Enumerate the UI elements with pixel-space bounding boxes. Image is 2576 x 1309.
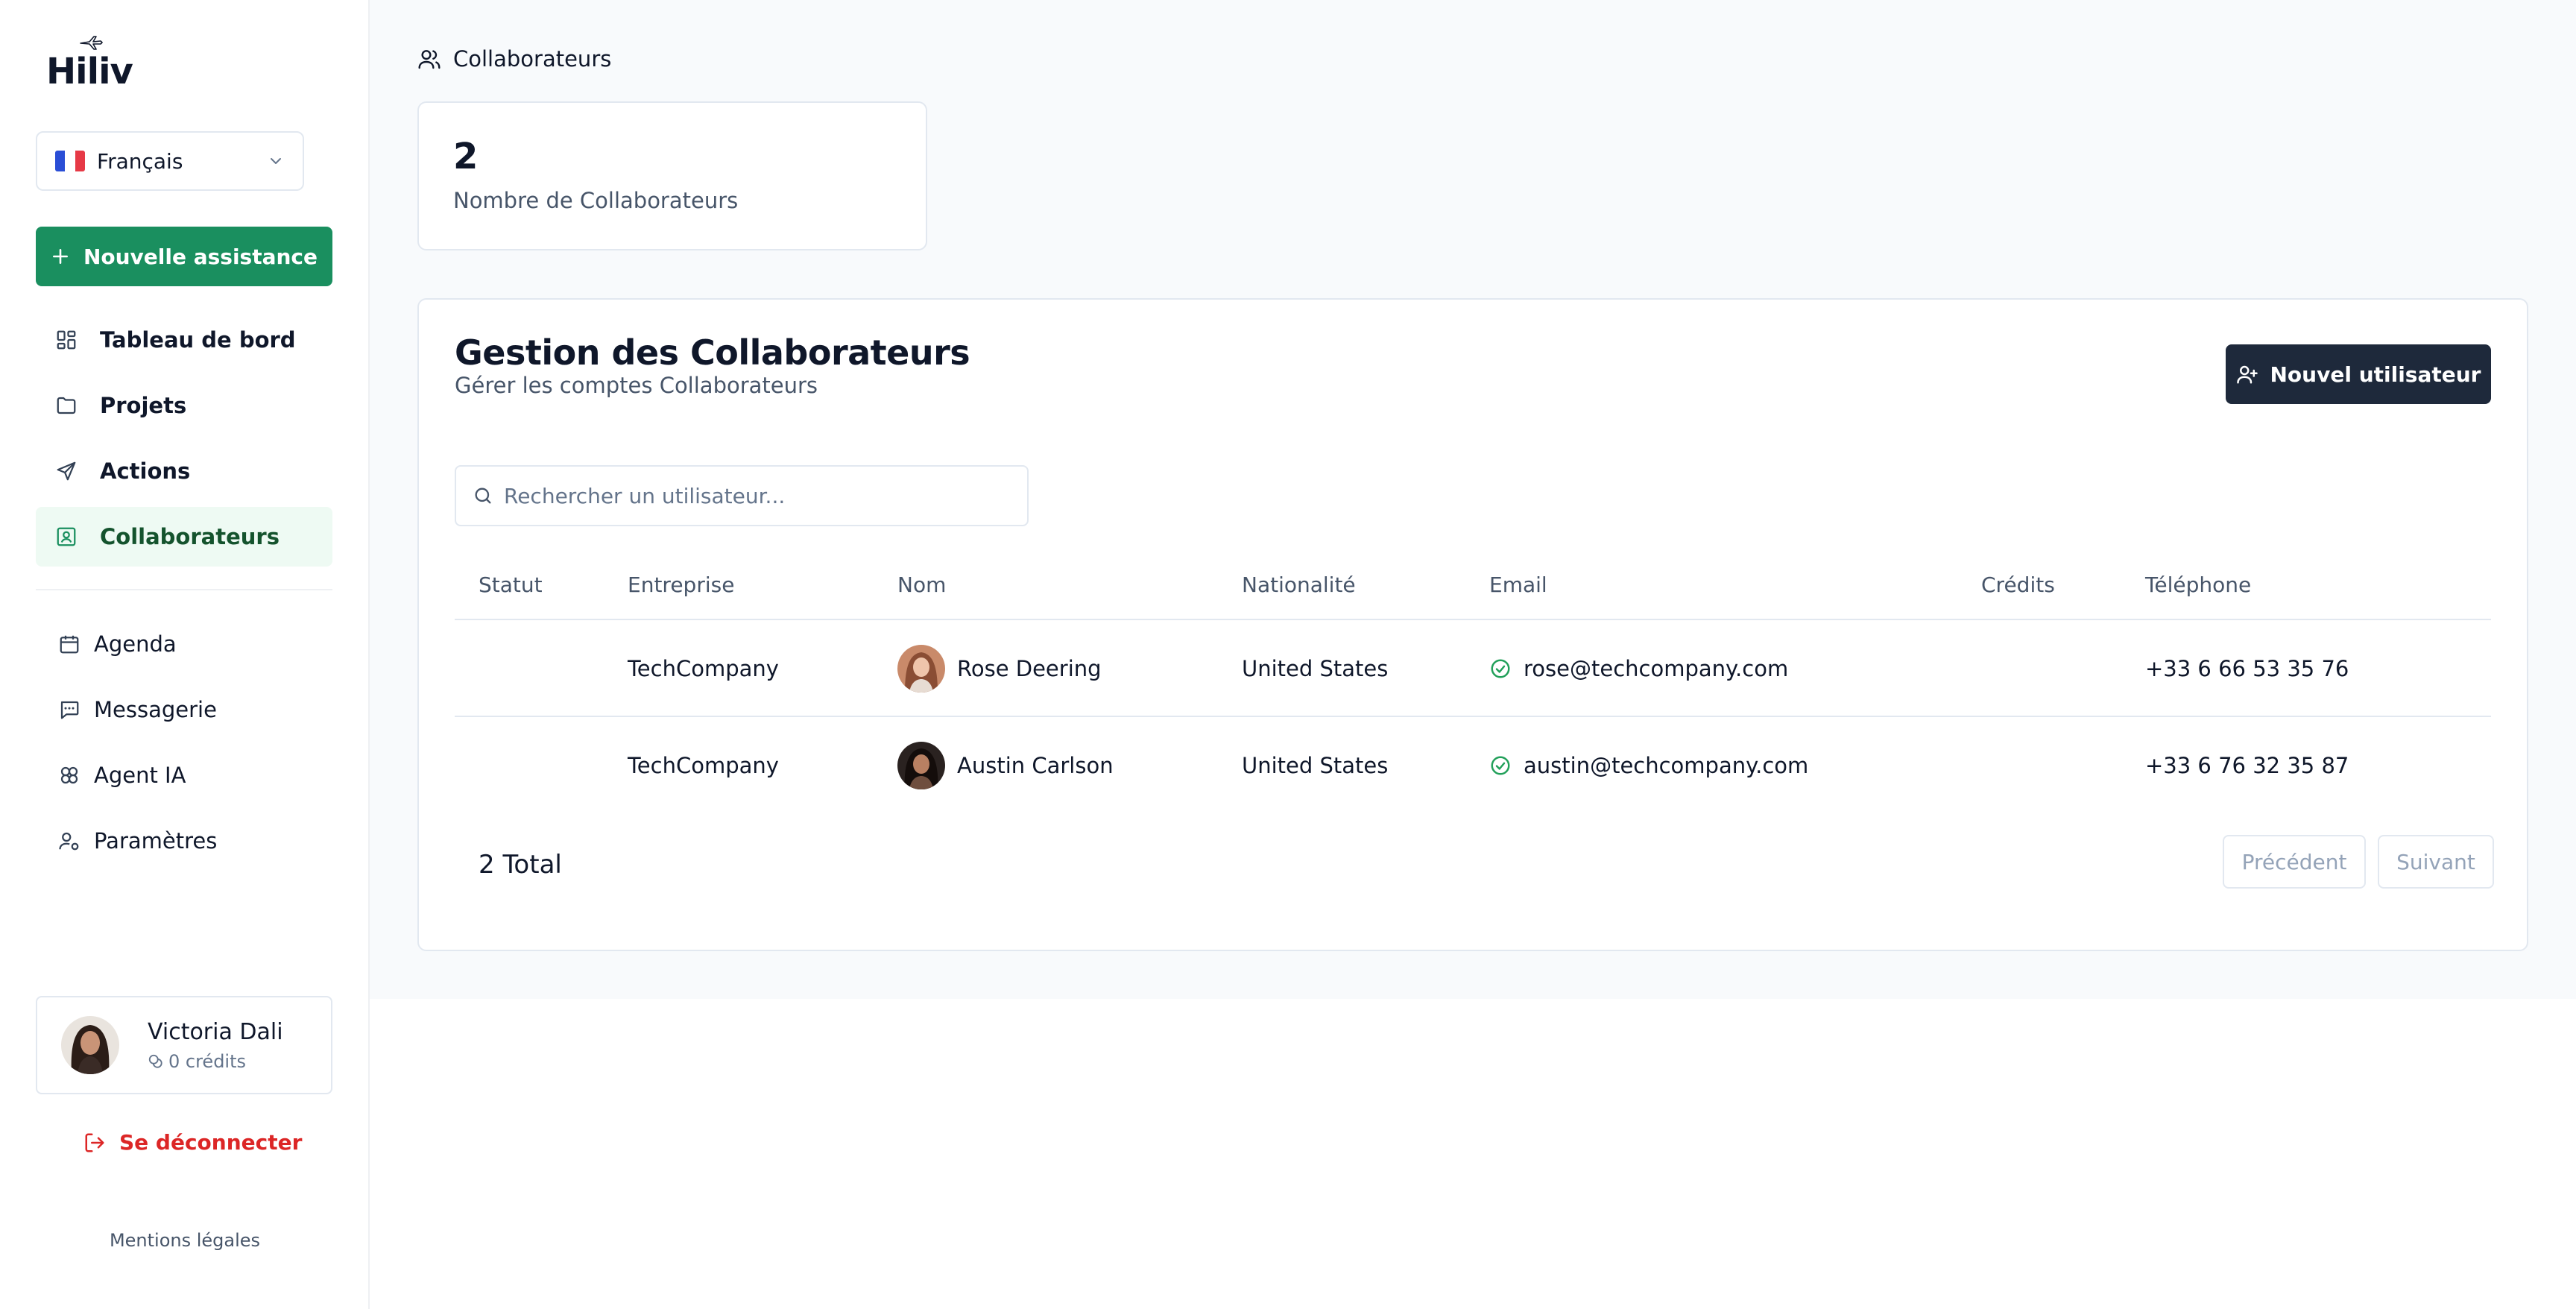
nav-item-settings[interactable]: Paramètres xyxy=(36,811,332,871)
logout-button[interactable]: Se déconnecter xyxy=(83,1130,302,1155)
column-header[interactable]: Entreprise xyxy=(628,573,734,597)
plus-icon xyxy=(52,249,68,264)
name-text: Austin Carlson xyxy=(957,753,1114,778)
logout-label: Se déconnecter xyxy=(119,1130,303,1155)
plane-logo-icon xyxy=(80,36,103,50)
avatar xyxy=(897,742,945,789)
new-assistance-button[interactable]: Nouvelle assistance xyxy=(36,227,332,286)
nav-label: Actions xyxy=(100,458,191,484)
collaborators-table: Statut Entreprise Nom Nationalité Email … xyxy=(455,549,2491,814)
legal-link[interactable]: Mentions légales xyxy=(0,1230,370,1251)
language-label: Français xyxy=(97,148,183,174)
contact-icon xyxy=(57,527,76,546)
table-row[interactable]: TechCompany Austin Carlson United States… xyxy=(455,717,2491,814)
table-header: Statut Entreprise Nom Nationalité Email … xyxy=(455,549,2491,620)
nav-label: Tableau de bord xyxy=(100,327,296,353)
secondary-nav: Agenda Messagerie Agent IA Paramètres xyxy=(36,614,332,877)
credits-label: 0 crédits xyxy=(168,1050,247,1072)
nav-divider xyxy=(36,589,332,590)
panel-subtitle: Gérer les comptes Collaborateurs xyxy=(455,373,818,398)
stat-card: 2 Nombre de Collaborateurs xyxy=(417,101,927,250)
name-cell: Rose Deering xyxy=(897,620,1102,717)
user-card[interactable]: Victoria Dali 0 crédits xyxy=(36,996,332,1094)
nav-label: Projets xyxy=(100,393,187,418)
logo[interactable]: Hiliv xyxy=(46,36,143,92)
nav-label: Agent IA xyxy=(94,763,186,788)
users-icon xyxy=(418,50,441,69)
nav-item-collaborators[interactable]: Collaborateurs xyxy=(36,507,332,567)
verified-check-icon xyxy=(1491,756,1510,775)
phone-cell: +33 6 76 32 35 87 xyxy=(2145,753,2349,778)
nav-label: Paramètres xyxy=(94,828,218,854)
next-page-button[interactable]: Suivant xyxy=(2378,835,2494,889)
stat-value: 2 xyxy=(453,136,479,177)
previous-page-button[interactable]: Précédent xyxy=(2223,835,2366,889)
email-text: austin@techcompany.com xyxy=(1524,753,1809,778)
column-header[interactable]: Téléphone xyxy=(2145,573,2251,597)
nav-label: Messagerie xyxy=(94,697,217,722)
user-settings-icon xyxy=(59,832,79,851)
email-cell: austin@techcompany.com xyxy=(1489,717,1808,814)
nav-item-dashboard[interactable]: Tableau de bord xyxy=(36,310,332,370)
nationality-cell: United States xyxy=(1242,656,1389,681)
nav-item-messaging[interactable]: Messagerie xyxy=(36,680,332,739)
breadcrumb: Collaborateurs xyxy=(417,46,611,72)
new-user-button[interactable]: Nouvel utilisateur xyxy=(2226,344,2491,404)
search-box xyxy=(455,465,1029,526)
message-icon xyxy=(60,701,79,719)
avatar xyxy=(61,1016,119,1074)
user-name: Victoria Dali xyxy=(148,1018,283,1045)
new-user-label: Nouvel utilisateur xyxy=(2270,362,2481,387)
coins-icon xyxy=(148,1054,162,1068)
column-header[interactable]: Nom xyxy=(897,573,946,597)
email-text: rose@techcompany.com xyxy=(1524,656,1789,681)
nav-item-ai-agent[interactable]: Agent IA xyxy=(36,745,332,805)
avatar xyxy=(897,645,945,693)
collaborators-panel: Gestion des Collaborateurs Gérer les com… xyxy=(417,298,2528,951)
company-cell: TechCompany xyxy=(628,656,779,681)
france-flag-icon xyxy=(55,151,85,171)
stat-label: Nombre de Collaborateurs xyxy=(453,188,739,213)
new-assistance-label: Nouvelle assistance xyxy=(83,244,318,269)
nav-item-projects[interactable]: Projets xyxy=(36,376,332,435)
send-icon xyxy=(57,461,76,481)
company-cell: TechCompany xyxy=(628,753,779,778)
user-plus-icon xyxy=(2236,365,2258,384)
language-select[interactable]: Français xyxy=(36,131,304,191)
email-cell: rose@techcompany.com xyxy=(1489,620,1788,717)
panel-title: Gestion des Collaborateurs xyxy=(455,332,970,373)
calendar-icon xyxy=(60,635,79,654)
dashboard-icon xyxy=(57,330,76,350)
nationality-cell: United States xyxy=(1242,753,1389,778)
column-header[interactable]: Nationalité xyxy=(1242,573,1356,597)
column-header[interactable]: Statut xyxy=(479,573,543,597)
logo-text: Hiliv xyxy=(46,51,133,92)
phone-cell: +33 6 66 53 35 76 xyxy=(2145,656,2349,681)
search-input[interactable] xyxy=(504,483,1011,508)
nav-label: Agenda xyxy=(94,631,177,657)
table-row[interactable]: TechCompany Rose Deering United States r… xyxy=(455,620,2491,717)
search-icon xyxy=(475,488,491,504)
name-cell: Austin Carlson xyxy=(897,717,1114,814)
nav-label: Collaborateurs xyxy=(100,524,280,549)
logout-icon xyxy=(85,1133,104,1152)
breadcrumb-label: Collaborateurs xyxy=(453,46,612,72)
primary-nav: Tableau de bord Projets Actions Collabor… xyxy=(36,310,332,573)
name-text: Rose Deering xyxy=(957,656,1102,681)
column-header[interactable]: Crédits xyxy=(1981,573,2055,597)
verified-check-icon xyxy=(1491,659,1510,678)
user-credits: 0 crédits xyxy=(148,1051,283,1072)
column-header[interactable]: Email xyxy=(1489,573,1547,597)
sidebar: Hiliv Français Nouvelle assistance Table… xyxy=(0,0,370,1309)
nav-item-actions[interactable]: Actions xyxy=(36,441,332,501)
nav-item-agenda[interactable]: Agenda xyxy=(36,614,332,674)
total-count: 2 Total xyxy=(479,850,562,880)
chevron-down-icon xyxy=(271,158,281,164)
folder-icon xyxy=(57,397,76,414)
ai-icon xyxy=(60,766,78,784)
